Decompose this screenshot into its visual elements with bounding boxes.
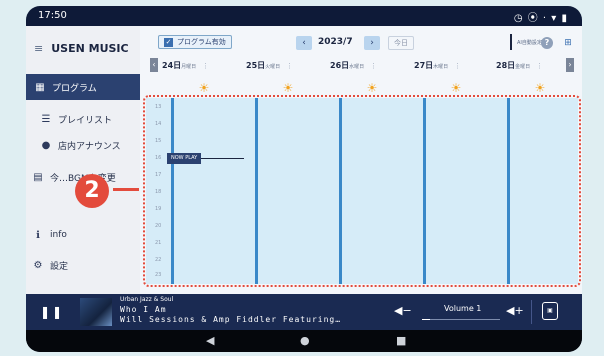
now-play-badge: NOW PLAY [167, 153, 202, 164]
now-indicator-line [194, 158, 244, 159]
divider [531, 300, 532, 324]
current-month: 2023/7 [318, 37, 353, 47]
sliders-icon: ⚙ [33, 259, 43, 271]
day-number: 28日 [496, 61, 516, 70]
prev-month-button[interactable]: ‹ [296, 36, 312, 50]
volume-slider-fill [422, 319, 430, 320]
volume-down-icon[interactable]: ◀− [394, 304, 412, 317]
sidebar-item-label: 設定 [50, 261, 69, 272]
sun-icon: ☀ [198, 81, 210, 95]
radio-icon: ▤ [33, 171, 43, 183]
playlist-icon: ☰ [41, 113, 51, 125]
next-week-button[interactable]: › [566, 58, 574, 72]
weekday: 木曜日 [433, 64, 449, 70]
sidebar-item-settings[interactable]: ⚙ 設定 [26, 252, 140, 278]
info-icon: ℹ [36, 229, 40, 241]
sun-icon: ☀ [450, 81, 462, 95]
more-icon[interactable]: ⋮ [370, 62, 377, 70]
calendar-grid-icon: ▦ [35, 81, 45, 93]
app-window: ≡ USEN MUSIC ▦ プログラム ☰ プレイリスト ● 店内アナウンス ▤… [26, 26, 582, 294]
divider [510, 34, 512, 50]
brand-logo-text: USEN MUSIC [51, 42, 129, 55]
today-button[interactable]: 今日 [388, 36, 414, 50]
callout-line [113, 188, 139, 191]
day-number: 25日 [246, 61, 266, 70]
sidebar-item-label: プレイリスト [58, 115, 113, 126]
sidebar-item-playlist[interactable]: ☰ プレイリスト [26, 106, 140, 132]
more-icon[interactable]: ⋮ [454, 62, 461, 70]
album-art [80, 298, 112, 326]
day-header-25[interactable]: 25日火曜日 ⋮ [246, 60, 293, 71]
prev-week-button[interactable]: ‹ [150, 58, 158, 72]
day-number: 27日 [414, 61, 434, 70]
tablet-frame: 17:50 ◷ ⦿ · ▾ ▮ ≡ USEN MUSIC ▦ プログラム ☰ プレ… [26, 6, 582, 352]
channel-name: Urban Jazz & Soul [120, 296, 174, 303]
day-header-28[interactable]: 28日金曜日 ⋮ [496, 60, 543, 71]
sidebar-item-label: プログラム [52, 83, 97, 94]
sidebar-item-program[interactable]: ▦ プログラム [26, 74, 140, 100]
more-icon[interactable]: ⋮ [202, 62, 209, 70]
next-month-button[interactable]: › [364, 36, 380, 50]
status-bar: 17:50 ◷ ⦿ · ▾ ▮ [26, 6, 582, 26]
radio-icon[interactable]: ▣ [542, 302, 558, 320]
day-number: 26日 [330, 61, 350, 70]
sidebar-item-announcement[interactable]: ● 店内アナウンス [26, 132, 140, 158]
program-enabled-toggle[interactable]: ✓ プログラム有効 [158, 35, 232, 49]
volume-label: Volume 1 [444, 304, 482, 313]
player-bar: ❚❚ Urban Jazz & Soul Who I Am Will Sessi… [26, 294, 582, 330]
layout-grid-icon[interactable]: ⊞ [561, 36, 575, 50]
pause-button[interactable]: ❚❚ [40, 305, 64, 319]
sun-icon: ☀ [366, 81, 378, 95]
date-header: ‹ 24日月曜日 ⋮ 25日火曜日 ⋮ 26日水曜日 ⋮ 27日木曜日 ⋮ 28日金曜日… [140, 54, 582, 74]
volume-up-icon[interactable]: ◀+ [506, 304, 524, 317]
program-enabled-label: プログラム有効 [177, 38, 226, 46]
status-time: 17:50 [38, 10, 67, 21]
ai-auto-setting-label[interactable]: AI自動設定 [517, 39, 542, 46]
help-icon[interactable]: ? [541, 37, 553, 49]
sidebar-item-info[interactable]: ℹ info [26, 222, 140, 248]
day-header-24[interactable]: 24日月曜日 ⋮ [162, 60, 209, 71]
hamburger-menu-icon[interactable]: ≡ [34, 42, 43, 55]
sun-icon: ☀ [282, 81, 294, 95]
day-header-26[interactable]: 26日水曜日 ⋮ [330, 60, 377, 71]
status-icons: ◷ ⦿ · ▾ ▮ [513, 13, 568, 24]
sidebar-item-label: info [50, 230, 67, 240]
speech-bubble-icon: ● [41, 139, 51, 151]
sidebar-item-label: 店内アナウンス [58, 141, 121, 152]
recents-icon[interactable]: ■ [396, 334, 406, 347]
brand: ≡ USEN MUSIC [34, 42, 129, 55]
sidebar: ≡ USEN MUSIC ▦ プログラム ☰ プレイリスト ● 店内アナウンス ▤… [26, 26, 140, 294]
track-artist: Will Sessions & Amp Fiddler Featuring… [120, 315, 342, 324]
android-nav-bar: ◀ ● ■ [26, 330, 582, 352]
day-header-27[interactable]: 27日木曜日 ⋮ [414, 60, 461, 71]
weekday: 水曜日 [349, 64, 365, 70]
track-title: Who I Am [120, 305, 167, 314]
checkbox-icon: ✓ [164, 37, 173, 47]
highlight-frame [143, 95, 581, 287]
more-icon[interactable]: ⋮ [536, 62, 543, 70]
more-icon[interactable]: ⋮ [286, 62, 293, 70]
day-number: 24日 [162, 61, 182, 70]
volume-slider[interactable] [422, 319, 500, 320]
home-icon[interactable]: ● [300, 334, 310, 347]
sun-icon: ☀ [534, 81, 546, 95]
weekday: 金曜日 [515, 64, 531, 70]
weekday: 火曜日 [265, 64, 281, 70]
toolbar: ✓ プログラム有効 ‹ 2023/7 › 今日 AI自動設定 ? ⊞ [140, 26, 582, 54]
back-icon[interactable]: ◀ [206, 334, 214, 347]
callout-number-badge: 2 [75, 174, 109, 208]
weekday: 月曜日 [181, 64, 197, 70]
